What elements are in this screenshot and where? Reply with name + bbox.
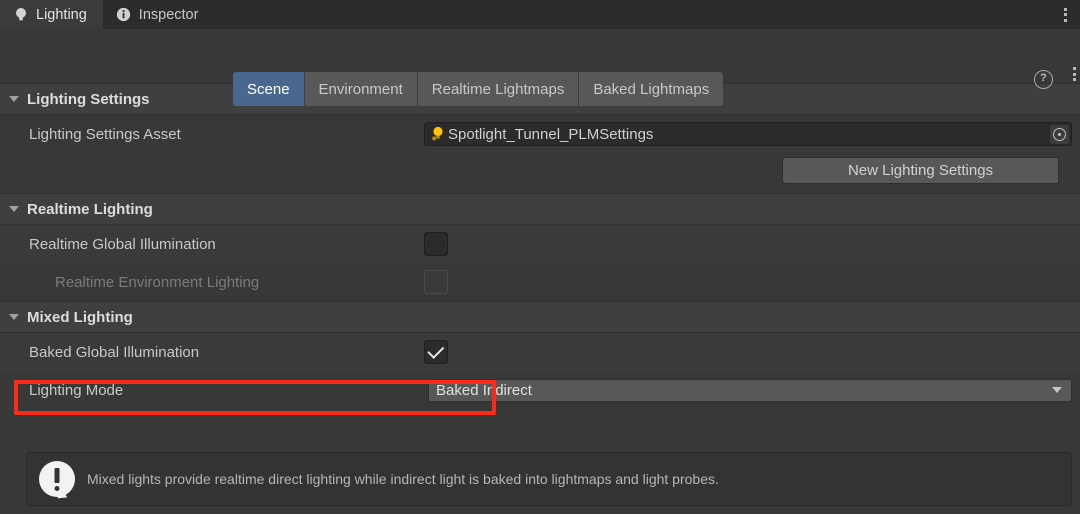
row-realtime-global-illumination: Realtime Global Illumination [0, 225, 1080, 263]
window-tab-inspector[interactable]: Inspector [103, 0, 215, 29]
window-tab-lighting-label: Lighting [36, 6, 87, 23]
section-title-realtime-lighting: Realtime Lighting [27, 200, 153, 218]
tab-baked-lightmaps-label: Baked Lightmaps [593, 80, 710, 98]
baked-global-illumination-label: Baked Global Illumination [29, 343, 200, 361]
tab-environment[interactable]: Environment [304, 72, 418, 106]
help-glyph: ? [1040, 72, 1047, 84]
row-baked-global-illumination: Baked Global Illumination [0, 333, 1080, 371]
baked-global-illumination-checkbox[interactable] [424, 340, 448, 364]
lighting-mode-label: Lighting Mode [29, 381, 124, 399]
lighting-settings-asset-value: Spotlight_Tunnel_PLMSettings [448, 125, 654, 143]
tab-realtime-lightmaps[interactable]: Realtime Lightmaps [417, 72, 580, 106]
row-lighting-mode: Lighting Mode Baked Indirect [0, 371, 1080, 409]
tab-scene[interactable]: Scene [233, 72, 305, 106]
window-tab-inspector-label: Inspector [138, 6, 199, 23]
realtime-environment-lighting-checkbox [424, 270, 448, 294]
chevron-down-icon [1052, 387, 1062, 393]
mixed-lighting-info-text: Mixed lights provide realtime direct lig… [87, 470, 719, 487]
lightbulb-icon [13, 7, 29, 23]
toolbar-kebab-menu-icon[interactable] [1073, 67, 1076, 81]
section-title-mixed-lighting: Mixed Lighting [27, 308, 133, 326]
realtime-global-illumination-checkbox[interactable] [424, 232, 448, 256]
lighting-mode-dropdown[interactable]: Baked Indirect [428, 378, 1072, 402]
info-exclamation-icon [39, 461, 75, 502]
tab-environment-label: Environment [318, 80, 403, 98]
object-picker-icon[interactable] [1050, 125, 1069, 144]
section-title-lighting-settings: Lighting Settings [27, 90, 150, 108]
tab-baked-lightmaps[interactable]: Baked Lightmaps [579, 72, 724, 106]
window-tab-lighting[interactable]: Lighting [0, 0, 103, 29]
tab-scene-label: Scene [247, 80, 290, 98]
realtime-global-illumination-label: Realtime Global Illumination [29, 235, 216, 253]
lighting-mode-value: Baked Indirect [436, 381, 532, 399]
lightbulb-asset-icon [431, 126, 445, 142]
foldout-caret-icon [9, 206, 19, 212]
lighting-window: Lighting Inspector Scene Environment Rea… [0, 0, 1080, 514]
row-realtime-environment-lighting: Realtime Environment Lighting [0, 263, 1080, 301]
foldout-caret-icon [9, 96, 19, 102]
lighting-settings-asset-label: Lighting Settings Asset [29, 125, 181, 143]
new-lighting-settings-button[interactable]: New Lighting Settings [782, 157, 1059, 184]
realtime-environment-lighting-label: Realtime Environment Lighting [55, 273, 260, 291]
window-kebab-menu-icon[interactable] [1054, 0, 1080, 29]
tab-realtime-lightmaps-label: Realtime Lightmaps [431, 80, 565, 98]
new-lighting-settings-button-label: New Lighting Settings [847, 162, 994, 179]
row-lighting-settings-asset: Lighting Settings Asset Spotlight_Tunnel… [0, 115, 1080, 153]
tab-strip-spacer [214, 0, 1054, 29]
section-header-realtime-lighting[interactable]: Realtime Lighting [0, 193, 1080, 225]
help-question-icon[interactable]: ? [1034, 70, 1053, 89]
row-new-lighting-settings: New Lighting Settings [0, 153, 1080, 193]
checkmark-icon [426, 341, 444, 359]
mixed-lighting-info-box: Mixed lights provide realtime direct lig… [26, 452, 1072, 506]
lighting-settings-asset-field[interactable]: Spotlight_Tunnel_PLMSettings [424, 122, 1072, 146]
section-header-mixed-lighting[interactable]: Mixed Lighting [0, 301, 1080, 333]
lighting-mode-tabs: Scene Environment Realtime Lightmaps Bak… [233, 72, 724, 106]
info-circle-icon [116, 7, 132, 23]
lighting-toolbar: Scene Environment Realtime Lightmaps Bak… [0, 29, 1080, 106]
window-tab-strip: Lighting Inspector [0, 0, 1080, 29]
foldout-caret-icon [9, 314, 19, 320]
